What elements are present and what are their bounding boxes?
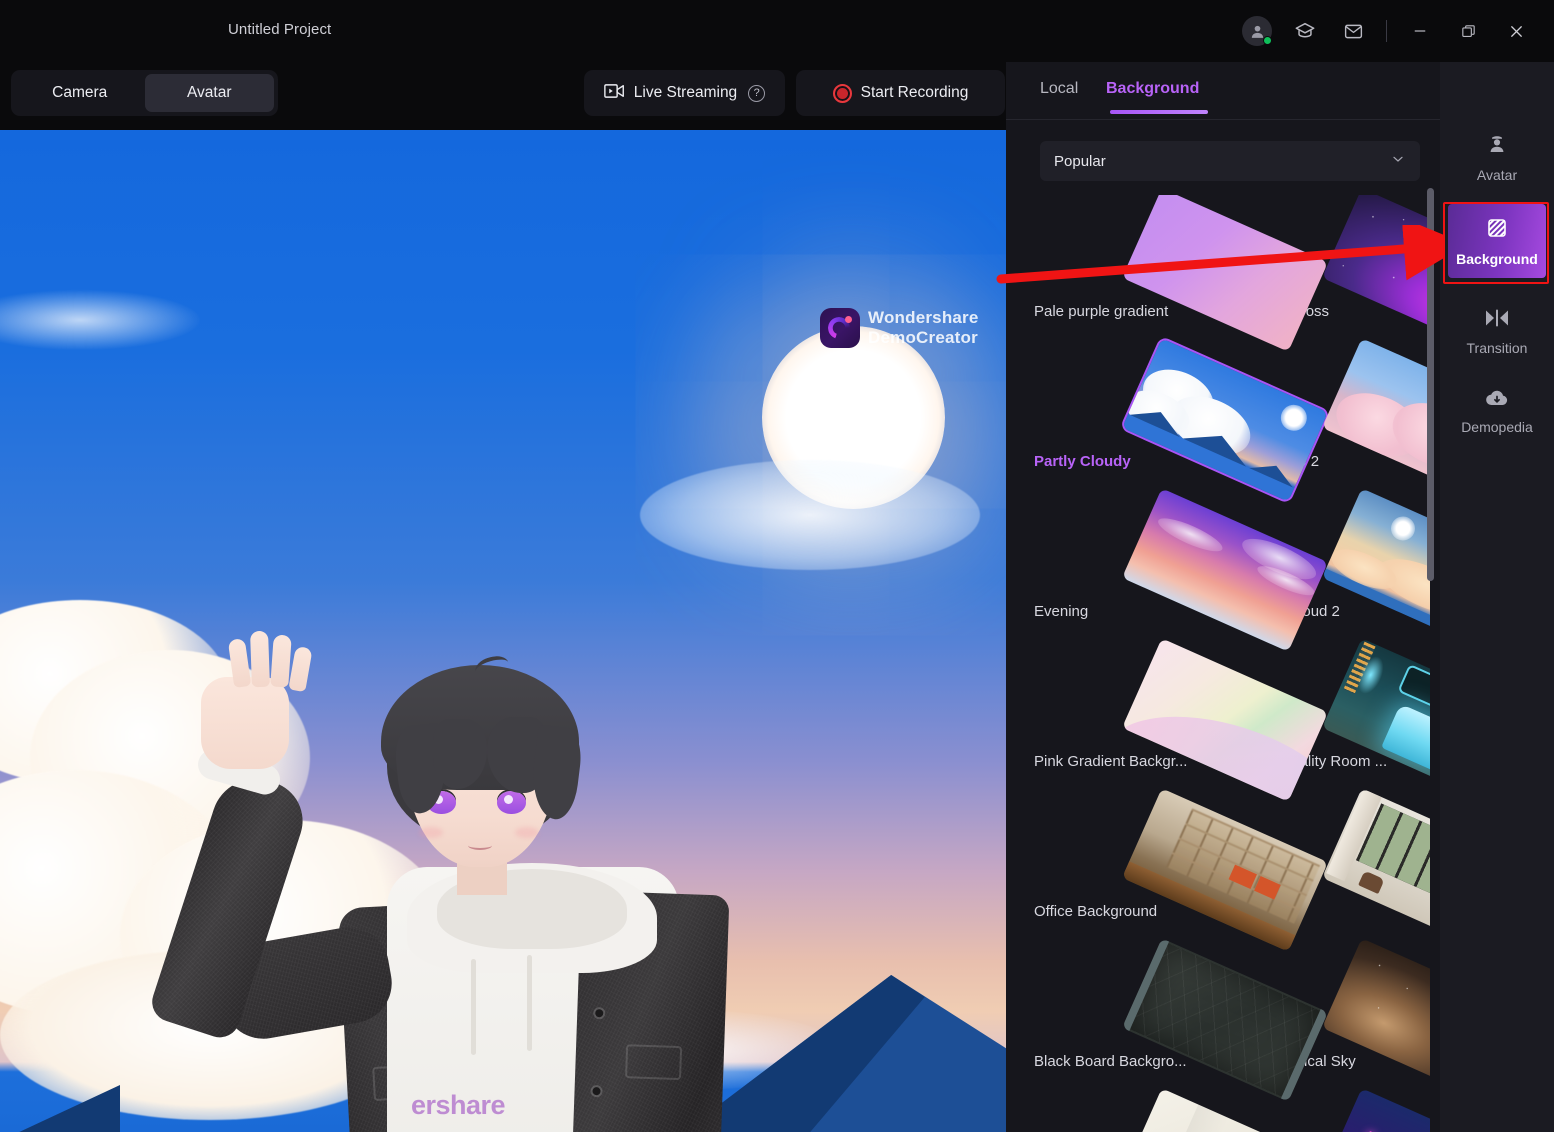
tab-camera[interactable]: Camera [15,74,145,112]
mail-icon[interactable] [1329,7,1377,55]
app-window: Untitled Project Camera Avatar Live Stre… [0,0,1554,1132]
hoodie-string [527,955,532,1051]
background-hatch-icon [1485,216,1509,243]
rail-item-demopedia[interactable]: Demopedia [1448,374,1546,448]
hoodie-string [471,959,476,1055]
eye-right [497,791,526,814]
background-grid-item[interactable]: Office Background [1034,788,1329,952]
chevron-down-icon [1390,151,1406,171]
category-dropdown-value: Popular [1054,152,1106,170]
start-recording-label: Start Recording [860,84,969,101]
right-rail: Avatar Background Transition Demopedia [1440,62,1554,1132]
tab-avatar[interactable]: Avatar [144,74,274,112]
cloud-decor [640,460,980,570]
preview-stage[interactable]: Wondershare DemoCreator ershare onder de… [0,130,1006,1132]
cloud-download-icon [1484,388,1510,411]
live-streaming-label: Live Streaming [633,84,738,101]
avatar-person-icon [1485,132,1509,159]
minimize-icon[interactable] [1396,7,1444,55]
background-grid-item[interactable]: Pink Gradient Backgr... [1034,638,1329,802]
active-tab-indicator [1110,110,1208,114]
background-thumbnail[interactable] [1321,638,1430,802]
background-grid-item[interactable]: «Game» [1234,1088,1430,1132]
account-icon[interactable] [1233,7,1281,55]
background-thumbnail[interactable] [1321,195,1430,352]
rail-item-background[interactable]: Background [1448,204,1546,278]
watermark-text: Wondershare DemoCreator [868,308,979,348]
record-dot-icon [832,83,852,103]
background-grid-item[interactable]: Evening [1034,488,1329,652]
tab-local[interactable]: Local [1040,80,1078,98]
rail-item-avatar[interactable]: Avatar [1448,120,1546,194]
background-thumbnail[interactable] [1321,338,1430,502]
mouth [468,841,492,850]
wondershare-logo-icon [820,308,860,348]
avatar [1242,16,1272,46]
close-icon[interactable] [1492,7,1540,55]
academy-icon[interactable] [1281,7,1329,55]
background-grid-item[interactable] [1034,1088,1329,1132]
rail-item-label: Background [1456,250,1538,267]
transition-icon [1484,307,1510,332]
background-grid-item[interactable]: Partly Cloudy [1034,334,1331,506]
divider [1006,119,1440,120]
asset-panel: Local Background Popular Pale purple gra… [1006,62,1440,1132]
watermark-line1: Wondershare [868,308,979,327]
background-grid: Pale purple gradientMeteor acrossPartly … [1034,195,1430,1132]
panel-scrollbar[interactable] [1427,188,1434,581]
watermark-line2: DemoCreator [868,328,978,347]
panel-tab-bar: Local Background [1006,62,1440,122]
avatar-character[interactable]: ershare onder dershare [147,630,730,1132]
rail-item-transition[interactable]: Transition [1448,294,1546,368]
background-thumbnail[interactable]: «Game» [1321,1088,1430,1132]
watermark: Wondershare DemoCreator [820,308,979,348]
tab-background[interactable]: Background [1106,80,1199,98]
window-controls [1233,0,1540,62]
blush [419,827,443,838]
rail-item-label: Avatar [1476,166,1518,183]
background-grid-item[interactable]: Black Board Backgro... [1034,938,1329,1102]
divider [1386,20,1387,42]
help-icon[interactable]: ? [748,84,766,102]
waving-hand [201,630,313,769]
restore-icon[interactable] [1444,7,1492,55]
background-thumbnail[interactable] [1321,938,1430,1102]
rail-item-label: Demopedia [1461,418,1533,435]
online-status-dot [1263,36,1272,45]
start-recording-button[interactable]: Start Recording [796,70,1005,116]
title-bar: Untitled Project [0,0,1554,62]
rail-item-label: Transition [1466,339,1528,356]
blush [515,827,539,838]
page-title: Untitled Project [228,21,332,38]
background-thumbnail[interactable] [1321,788,1430,952]
mode-toggle-group: Camera Avatar [11,70,278,116]
live-streaming-button[interactable]: Live Streaming ? [584,70,785,116]
category-dropdown[interactable]: Popular [1040,141,1420,181]
background-thumbnail[interactable] [1321,488,1430,652]
background-grid-item[interactable]: Pale purple gradient [1034,195,1329,352]
video-camera-icon [603,83,625,104]
